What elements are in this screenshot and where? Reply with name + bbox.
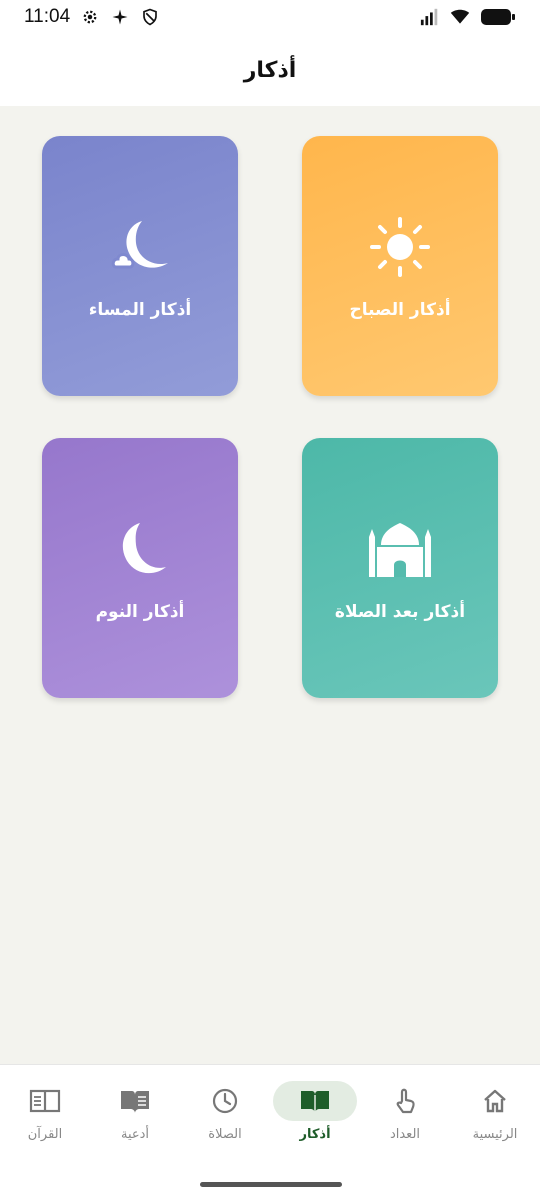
home-indicator	[200, 1182, 342, 1187]
nav-icon-wrap	[453, 1081, 537, 1121]
nav-item-quran[interactable]: القرآن	[0, 1081, 90, 1151]
nav-icon-wrap	[273, 1081, 357, 1121]
morning-adhkar-card[interactable]: أذكار الصباح	[302, 136, 498, 396]
nav-label-duas: أدعية	[120, 1127, 150, 1142]
quran-icon	[29, 1089, 61, 1113]
open-book-icon	[301, 1091, 329, 1113]
battery-icon	[480, 7, 516, 27]
status-bar: 11:04	[0, 0, 540, 34]
sun-icon	[365, 212, 435, 282]
signal-icon	[420, 7, 440, 27]
crescent-moon-icon	[105, 514, 175, 584]
nav-item-counter[interactable]: العداد	[360, 1081, 450, 1151]
crescent-cloud-icon	[105, 212, 175, 282]
nav-label-home: الرئيسية	[472, 1127, 518, 1142]
bottom-nav: الرئيسية العداد أذكار الصلاة أدعية القرآ…	[0, 1064, 540, 1200]
status-time: 11:04	[24, 6, 71, 27]
nav-item-home[interactable]: الرئيسية	[450, 1081, 540, 1151]
nav-label-prayer: الصلاة	[208, 1127, 242, 1142]
nav-icon-wrap	[363, 1081, 447, 1121]
nav-item-adhkar[interactable]: أذكار	[270, 1081, 360, 1151]
status-right	[420, 7, 516, 27]
nav-item-prayer[interactable]: الصلاة	[180, 1081, 270, 1151]
card-label-morning: أذكار الصباح	[349, 300, 451, 320]
card-label-evening: أذكار المساء	[88, 300, 192, 320]
sparkle-icon	[110, 7, 130, 27]
app-header: أذكار	[0, 34, 540, 106]
mosque-icon	[365, 514, 435, 584]
nav-icon-wrap	[3, 1081, 87, 1121]
after-prayer-adhkar-card[interactable]: أذكار بعد الصلاة	[302, 438, 498, 698]
wifi-icon	[450, 7, 470, 27]
sleep-adhkar-card[interactable]: أذكار النوم	[42, 438, 238, 698]
status-left: 11:04	[24, 6, 160, 28]
card-label-sleep: أذكار النوم	[95, 602, 185, 622]
clock-icon	[212, 1088, 238, 1114]
settings-icon	[80, 7, 100, 27]
book-icon	[121, 1091, 149, 1113]
page-title: أذكار	[243, 57, 297, 83]
evening-adhkar-card[interactable]: أذكار المساء	[42, 136, 238, 396]
nav-item-duas[interactable]: أدعية	[90, 1081, 180, 1151]
shield-icon	[140, 7, 160, 27]
nav-icon-wrap	[93, 1081, 177, 1121]
nav-label-counter: العداد	[389, 1127, 421, 1142]
tap-icon	[396, 1088, 415, 1114]
nav-label-quran: القرآن	[27, 1127, 63, 1142]
home-icon	[484, 1089, 506, 1113]
nav-icon-wrap	[183, 1081, 267, 1121]
nav-label-adhkar: أذكار	[299, 1127, 331, 1142]
card-label-after-prayer: أذكار بعد الصلاة	[334, 602, 466, 622]
